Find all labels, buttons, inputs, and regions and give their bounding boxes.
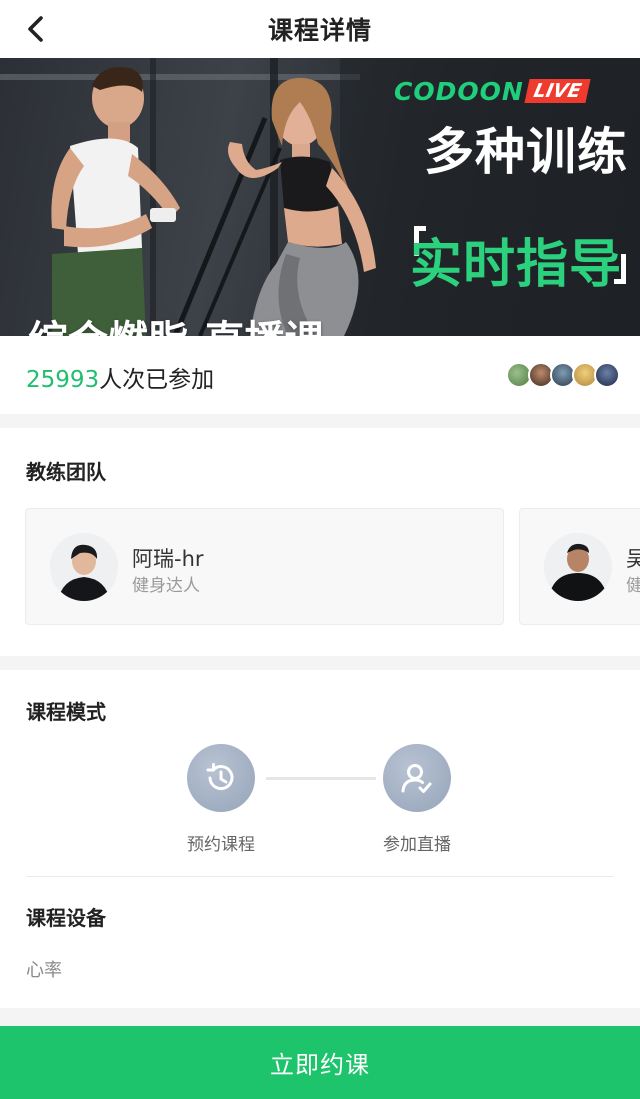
back-button[interactable] bbox=[18, 11, 54, 47]
avatar bbox=[50, 533, 118, 601]
mode-step-circle bbox=[383, 744, 451, 812]
avatar bbox=[544, 533, 612, 601]
mode-step-circle bbox=[187, 744, 255, 812]
book-course-label: 立即约课 bbox=[270, 1052, 370, 1079]
section-title: 课程设备 bbox=[26, 906, 106, 930]
coach-role: 健 bbox=[626, 576, 640, 596]
book-course-button[interactable]: 立即约课 bbox=[0, 1026, 640, 1099]
top-nav-bar: 课程详情 bbox=[0, 0, 640, 58]
mode-step-label: 参加直播 bbox=[383, 835, 451, 855]
coach-team-section: 教练团队 阿瑞-hr 健身达人 吴 健 bbox=[0, 428, 640, 656]
section-title: 教练团队 bbox=[26, 460, 106, 484]
codoon-live-logo: CODOON LIVE bbox=[394, 76, 591, 106]
participant-suffix: 人次已参加 bbox=[99, 367, 215, 393]
coach-photo bbox=[544, 533, 612, 601]
section-divider bbox=[26, 876, 614, 877]
course-banner: CODOON LIVE 多种训练 实时指导 综合燃脂-直播课 bbox=[0, 58, 640, 336]
coach-name: 吴 bbox=[626, 547, 640, 571]
course-mode-section: 课程模式 预约课程 参加直播 课程设备 心率 bbox=[0, 670, 640, 1008]
page-title: 课程详情 bbox=[267, 16, 372, 45]
banner-tagline-primary: 多种训练 bbox=[424, 123, 628, 181]
participant-summary: 25993人次已参加 bbox=[26, 360, 214, 394]
bracket-right bbox=[614, 254, 626, 284]
live-badge: LIVE bbox=[524, 79, 591, 103]
section-title: 课程模式 bbox=[26, 700, 106, 724]
coach-card[interactable]: 阿瑞-hr 健身达人 bbox=[25, 508, 504, 625]
brand-name: CODOON bbox=[394, 76, 524, 106]
user-check-icon bbox=[401, 764, 432, 793]
participant-count: 25993 bbox=[26, 367, 100, 393]
equipment-value: 心率 bbox=[26, 960, 62, 981]
coach-photo bbox=[50, 533, 118, 601]
mode-step-label: 预约课程 bbox=[187, 835, 255, 855]
banner-course-name: 综合燃脂-直播课 bbox=[28, 308, 325, 336]
mode-step-book: 预约课程 bbox=[161, 744, 281, 855]
clock-history-icon bbox=[206, 763, 234, 791]
banner-tagline-secondary: 实时指导 bbox=[410, 235, 623, 295]
participants-row: 25993人次已参加 bbox=[0, 336, 640, 414]
chevron-left-icon bbox=[28, 16, 43, 42]
coach-card[interactable]: 吴 健 bbox=[519, 508, 640, 625]
participant-avatars[interactable] bbox=[506, 362, 620, 388]
course-detail-page: 课程详情 CODOON LIVE 多种训练 实时指导 25993人次已参加 教练… bbox=[0, 0, 640, 1099]
coach-name: 阿瑞-hr bbox=[132, 547, 204, 571]
avatar bbox=[594, 362, 620, 388]
mode-step-join: 参加直播 bbox=[357, 744, 477, 855]
coach-role: 健身达人 bbox=[132, 576, 200, 596]
